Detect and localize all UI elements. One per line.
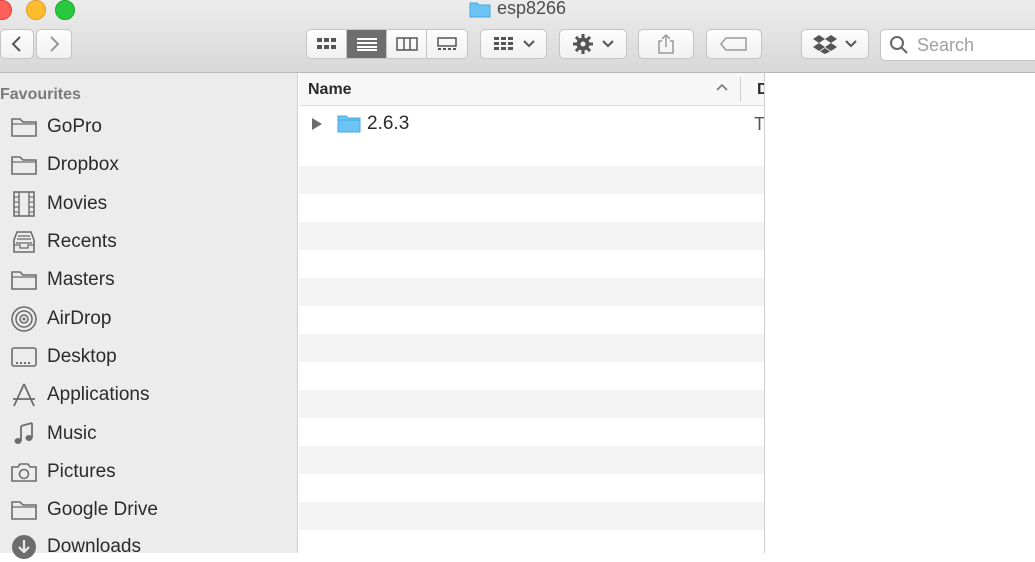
sidebar-item-music[interactable]: Music [10,419,97,449]
sidebar-item-desktop[interactable]: Desktop [10,342,117,372]
arrange-icon [493,37,513,50]
view-mode-segmented-control [306,29,468,59]
sidebar-item-masters[interactable]: Masters [10,265,115,295]
sidebar-item-dropbox[interactable]: Dropbox [10,150,119,180]
chevron-right-icon [50,36,60,52]
sort-ascending-icon [716,83,728,91]
window-toolbar: esp8266 [0,0,1035,73]
sidebar-item-label: Music [47,423,97,444]
sidebar-item-label: Masters [47,269,115,290]
folder-icon [10,267,38,293]
list-view-button[interactable] [347,30,387,58]
folder-icon [10,497,38,523]
sidebar-item-label: Downloads [47,536,141,557]
empty-row [299,166,764,194]
window-title-text: esp8266 [496,0,567,18]
column-view-icon [395,37,418,51]
column-header-next[interactable]: D [757,81,764,99]
sidebar-item-airdrop[interactable]: AirDrop [10,304,111,334]
empty-row [299,222,764,250]
tag-button[interactable] [706,29,762,59]
arrange-button[interactable] [480,29,547,59]
downloads-icon [10,534,38,560]
chevron-left-icon [11,36,21,52]
disclosure-triangle-icon[interactable] [311,117,323,131]
camera-icon [10,459,38,485]
folder-icon [10,152,38,178]
dropbox-icon [813,35,837,54]
empty-row [299,502,764,530]
action-button[interactable] [559,29,627,59]
chevron-down-icon [602,40,614,48]
sidebar-item-applications[interactable]: Applications [10,380,149,410]
sidebar-item-gopro[interactable]: GoPro [10,112,102,142]
airdrop-icon [10,306,38,332]
search-input[interactable] [915,33,1035,57]
gallery-view-icon [437,37,457,50]
sidebar-item-label: Recents [47,231,117,252]
sidebar-item-pictures[interactable]: Pictures [10,457,116,487]
gallery-view-button[interactable] [427,30,467,58]
share-button[interactable] [638,29,694,59]
icon-view-icon [316,38,336,49]
list-view-icon [356,38,377,51]
music-icon [10,421,38,447]
search-field[interactable] [880,29,1035,61]
folder-icon [337,115,361,133]
empty-row [299,334,764,362]
column-header-name[interactable]: Name [308,81,352,99]
sidebar-item-recents[interactable]: Recents [10,227,117,257]
empty-row [299,446,764,474]
list-header: Name D [299,73,764,106]
desktop-icon [10,344,38,370]
sidebar-heading: Favourites [0,86,81,103]
sidebar-item-label: Google Drive [47,499,158,520]
window-title: esp8266 [0,0,1035,19]
dropbox-button[interactable] [801,29,869,59]
forward-button[interactable] [36,29,72,59]
gear-icon [573,34,593,54]
empty-row [299,390,764,418]
table-row[interactable]: 2.6.3 T [299,110,765,138]
share-icon [658,33,674,54]
column-view-button[interactable] [387,30,427,58]
sidebar: Favourites GoPro Dropbox Movies Recents … [0,73,298,559]
chevron-down-icon [522,40,535,48]
recents-icon [10,229,38,255]
film-icon [10,191,38,217]
sidebar-item-google-drive[interactable]: Google Drive [10,495,158,525]
tag-icon [720,37,747,51]
back-button[interactable] [0,29,34,59]
chevron-down-icon [845,40,857,48]
sidebar-item-label: Movies [47,193,108,214]
sidebar-item-movies[interactable]: Movies [10,189,107,219]
empty-row [299,278,764,306]
sidebar-item-label: AirDrop [47,308,112,329]
sidebar-item-downloads[interactable]: Downloads [10,532,141,562]
applications-icon [10,382,38,408]
file-name: 2.6.3 [367,113,410,134]
icon-view-button[interactable] [307,30,347,58]
folder-icon [10,114,38,140]
column-divider[interactable] [740,77,741,102]
sidebar-item-label: Pictures [47,461,116,482]
file-list: Name D 2.6.3 T [299,73,765,553]
sidebar-item-label: GoPro [47,116,102,137]
folder-icon [469,2,491,17]
sidebar-item-label: Dropbox [47,154,119,175]
sidebar-item-label: Applications [47,384,150,405]
file-kind: T [754,114,765,134]
sidebar-item-label: Desktop [47,346,117,367]
search-icon [890,36,908,54]
